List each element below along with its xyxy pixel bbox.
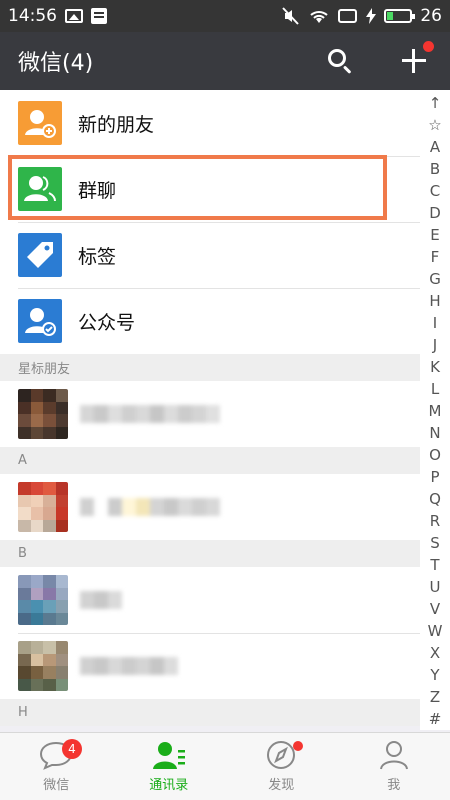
index-letter[interactable]: R [420,510,450,532]
group-chat-icon [18,167,62,211]
official-accounts-item[interactable]: 公众号 [0,288,420,354]
contact-item[interactable] [0,633,420,699]
tab-label: 发现 [268,778,295,793]
index-letter[interactable]: A [420,136,450,158]
group-chat-item[interactable]: 群聊 [0,156,420,222]
tab-chats[interactable]: 4 微信 [0,733,113,800]
section-header-starred: 星标朋友 [0,354,420,381]
contact-item[interactable] [0,381,420,447]
section-header-h: H [0,699,420,726]
index-letter[interactable]: S [420,532,450,554]
contact-name-redacted [80,591,122,609]
battery-icon [384,9,416,23]
index-letter[interactable]: F [420,246,450,268]
tags-label: 标签 [78,245,117,268]
alphabet-index[interactable]: ↑ ☆ A B C D E F G H I J K L M N O P Q R S T U V W X Y Z # [420,90,450,730]
index-letter[interactable]: ↑ [420,92,450,114]
status-bar: 14:56 26 [0,0,450,32]
add-button[interactable] [400,41,434,75]
index-letter[interactable]: N [420,422,450,444]
new-indicator-dot [423,41,434,52]
official-accounts-label: 公众号 [78,311,136,334]
index-letter[interactable]: K [420,356,450,378]
index-letter[interactable]: M [420,400,450,422]
search-icon [328,49,346,67]
screen-icon [338,9,358,23]
contact-name-redacted [80,657,178,675]
section-header-a: A [0,447,420,474]
index-letter[interactable]: T [420,554,450,576]
index-letter[interactable]: O [420,444,450,466]
avatar [18,482,68,532]
index-letter[interactable]: V [420,598,450,620]
index-letter[interactable]: L [420,378,450,400]
index-letter[interactable]: X [420,642,450,664]
tag-icon [18,233,62,277]
index-letter[interactable]: ☆ [420,114,450,136]
tab-discover[interactable]: 发现 [225,733,338,800]
section-header-b: B [0,540,420,567]
add-friend-icon [18,101,62,145]
index-letter[interactable]: H [420,290,450,312]
tags-item[interactable]: 标签 [0,222,420,288]
contacts-icon [152,740,186,770]
tab-label: 我 [387,778,401,793]
group-chat-label: 群聊 [78,179,117,202]
index-letter[interactable]: Z [420,686,450,708]
contact-name-redacted [80,498,220,516]
mute-icon [282,7,300,25]
contact-item[interactable] [0,567,420,633]
index-letter[interactable]: P [420,466,450,488]
index-letter[interactable]: G [420,268,450,290]
avatar [18,389,68,439]
avatar [18,575,68,625]
wifi-icon [310,11,329,23]
index-letter[interactable]: W [420,620,450,642]
index-letter[interactable]: Q [420,488,450,510]
index-letter[interactable]: C [420,180,450,202]
index-letter[interactable]: # [420,708,450,730]
image-notification-icon [65,9,83,23]
tab-label: 微信 [43,778,70,793]
search-button[interactable] [326,47,354,75]
index-letter[interactable]: E [420,224,450,246]
contact-item[interactable] [0,474,420,540]
tab-me[interactable]: 我 [338,733,450,800]
person-icon [377,740,411,770]
index-letter[interactable]: B [420,158,450,180]
index-letter[interactable]: U [420,576,450,598]
contact-list: 新的朋友 群聊 标签 公众号 星标朋友 A B H [0,90,420,726]
bottom-tab-bar: 4 微信 通讯录 发现 我 [0,732,450,800]
discover-new-dot [293,741,303,751]
tab-contacts[interactable]: 通讯录 [113,733,226,800]
app-header: 微信(4) [0,32,450,90]
index-letter[interactable]: D [420,202,450,224]
official-account-icon [18,299,62,343]
battery-level: 26 [420,6,442,26]
tab-label: 通讯录 [149,778,189,793]
charging-icon [366,8,377,24]
new-friends-item[interactable]: 新的朋友 [0,90,420,156]
header-title: 微信(4) [18,51,94,76]
status-time: 14:56 [8,6,57,26]
avatar [18,641,68,691]
document-notification-icon [91,8,107,24]
index-letter[interactable]: J [420,334,450,356]
new-friends-label: 新的朋友 [78,113,155,136]
contact-name-redacted [80,405,220,423]
unread-badge: 4 [62,739,82,759]
index-letter[interactable]: Y [420,664,450,686]
index-letter[interactable]: I [420,312,450,334]
